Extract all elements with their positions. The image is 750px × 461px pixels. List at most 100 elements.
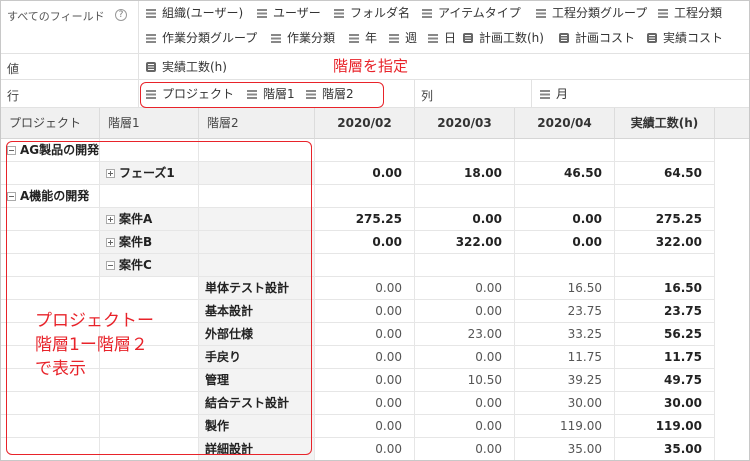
value-cell xyxy=(615,254,715,277)
drag-handle-icon xyxy=(146,9,156,18)
row-spacer xyxy=(715,254,749,277)
row-spacer xyxy=(715,231,749,254)
drag-handle-icon xyxy=(540,90,550,99)
drag-handle-icon xyxy=(271,34,281,43)
annotation-top-text: 階層を指定 xyxy=(333,57,409,75)
help-icon[interactable]: ? xyxy=(115,9,127,21)
value-cell: 23.00 xyxy=(415,323,515,346)
value-cell: 33.25 xyxy=(515,323,615,346)
value-cell xyxy=(315,254,415,277)
column-header-2020-02[interactable]: 2020/02 xyxy=(315,108,415,139)
value-cell: 119.00 xyxy=(615,415,715,438)
drag-handle-icon xyxy=(536,9,546,18)
rows-area-label: 行 xyxy=(7,89,20,103)
field-chip[interactable]: 計画コスト xyxy=(559,29,635,47)
field-chip[interactable]: 作業分類 xyxy=(271,29,335,47)
row-spacer xyxy=(715,185,749,208)
row-spacer xyxy=(715,162,749,185)
value-cell: 322.00 xyxy=(615,231,715,254)
value-cell xyxy=(415,139,515,162)
value-cell: 0.00 xyxy=(315,346,415,369)
field-chip[interactable]: 日 xyxy=(428,29,456,47)
values-area-label: 値 xyxy=(7,62,20,76)
value-cell: 0.00 xyxy=(415,277,515,300)
value-cell xyxy=(315,139,415,162)
value-cell: 16.50 xyxy=(615,277,715,300)
value-cell: 0.00 xyxy=(415,300,515,323)
value-cell: 35.00 xyxy=(515,438,615,460)
value-cell: 0.00 xyxy=(315,277,415,300)
drag-handle-icon xyxy=(428,34,438,43)
row-spacer xyxy=(715,369,749,392)
value-cell: 0.00 xyxy=(515,208,615,231)
row-header-project[interactable]: プロジェクト xyxy=(1,108,100,139)
value-cell: 275.25 xyxy=(615,208,715,231)
value-cell: 30.00 xyxy=(615,392,715,415)
field-chip[interactable]: アイテムタイプ xyxy=(422,4,521,22)
field-chip[interactable]: ユーザー xyxy=(257,4,321,22)
field-chip[interactable]: 計画工数(h) xyxy=(463,29,544,47)
measure-icon xyxy=(647,33,657,43)
value-cell: 275.25 xyxy=(315,208,415,231)
drag-handle-icon xyxy=(334,9,344,18)
value-cell xyxy=(615,185,715,208)
column-field-chip[interactable]: 月 xyxy=(540,85,568,103)
row-spacer xyxy=(715,277,749,300)
measure-icon xyxy=(559,33,569,43)
value-cell: 0.00 xyxy=(415,392,515,415)
value-cell xyxy=(515,185,615,208)
measure-icon xyxy=(463,33,473,43)
header-spacer xyxy=(715,108,749,139)
column-header-2020-04[interactable]: 2020/04 xyxy=(515,108,615,139)
field-chip[interactable]: 工程分類グループ xyxy=(536,4,647,22)
row-spacer xyxy=(715,415,749,438)
value-cell: 18.00 xyxy=(415,162,515,185)
annotation-rows-box xyxy=(140,82,384,108)
drag-handle-icon xyxy=(422,9,432,18)
field-chip[interactable]: 年 xyxy=(349,29,377,47)
value-cell xyxy=(615,139,715,162)
field-list-label: すべてのフィールド xyxy=(7,10,105,23)
value-cell: 46.50 xyxy=(515,162,615,185)
field-chip[interactable]: 週 xyxy=(389,29,417,47)
drag-handle-icon xyxy=(658,9,668,18)
value-cell: 0.00 xyxy=(315,231,415,254)
field-chip[interactable]: フォルダ名 xyxy=(334,4,410,22)
value-cell xyxy=(315,185,415,208)
value-cell: 16.50 xyxy=(515,277,615,300)
value-cell: 56.25 xyxy=(615,323,715,346)
pivot-grid-screen: すべてのフィールド ? 組織(ユーザー) ユーザー フォルダ名 アイテムタイプ … xyxy=(0,0,750,461)
field-chip[interactable]: 工程分類 xyxy=(658,4,722,22)
value-cell: 0.00 xyxy=(415,346,515,369)
value-cell xyxy=(515,254,615,277)
row-header-level2[interactable]: 階層2 xyxy=(199,108,315,139)
annotation-row-labels-box xyxy=(6,141,312,455)
field-chip[interactable]: 実績コスト xyxy=(647,29,723,47)
row-header-level1[interactable]: 階層1 xyxy=(100,108,199,139)
value-cell: 0.00 xyxy=(315,415,415,438)
row-spacer xyxy=(715,208,749,231)
drag-handle-icon xyxy=(389,34,399,43)
value-cell: 0.00 xyxy=(515,231,615,254)
value-field-chip[interactable]: 実績工数(h) xyxy=(146,58,227,76)
value-cell: 0.00 xyxy=(315,323,415,346)
value-cell: 23.75 xyxy=(515,300,615,323)
field-chip[interactable]: 組織(ユーザー) xyxy=(146,4,243,22)
value-cell: 0.00 xyxy=(315,369,415,392)
value-cell: 23.75 xyxy=(615,300,715,323)
row-spacer xyxy=(715,323,749,346)
row-spacer xyxy=(715,346,749,369)
drag-handle-icon xyxy=(349,34,359,43)
value-cell: 119.00 xyxy=(515,415,615,438)
field-chip[interactable]: 作業分類グループ xyxy=(146,29,257,47)
annotation-side-text: プロジェクトー 階層1ー階層２ で表示 xyxy=(35,311,154,379)
value-cell xyxy=(415,185,515,208)
column-header-2020-03[interactable]: 2020/03 xyxy=(415,108,515,139)
value-cell: 11.75 xyxy=(515,346,615,369)
value-cell: 49.75 xyxy=(615,369,715,392)
value-cell: 322.00 xyxy=(415,231,515,254)
value-cell: 11.75 xyxy=(615,346,715,369)
value-cell: 0.00 xyxy=(315,300,415,323)
columns-area-label: 列 xyxy=(421,89,434,103)
column-header-total[interactable]: 実績工数(h) xyxy=(615,108,715,139)
